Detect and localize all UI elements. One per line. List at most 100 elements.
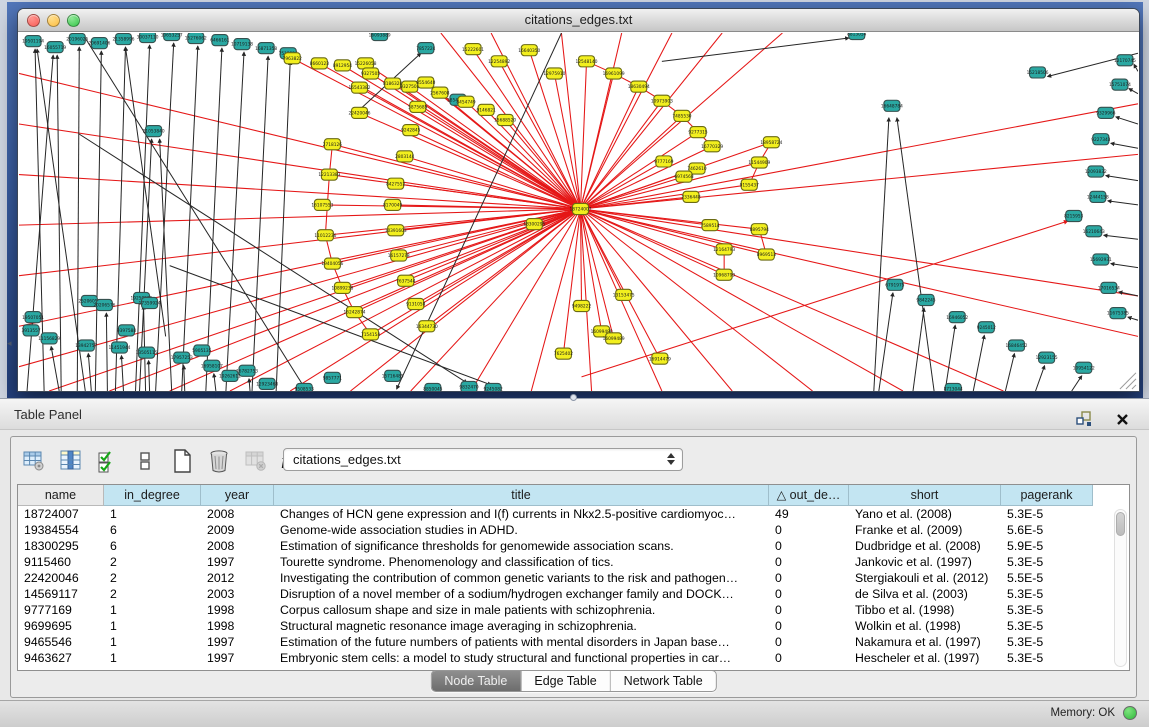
- network-graph[interactable]: 1950119416055719201960252069140621358996…: [19, 33, 1138, 391]
- table-selector-combobox[interactable]: citations_edges.txt: [283, 448, 683, 471]
- graph-node[interactable]: 15222601: [462, 44, 484, 55]
- window-titlebar[interactable]: citations_edges.txt: [18, 9, 1139, 32]
- table-cell[interactable]: 22420046: [18, 570, 104, 586]
- graph-node[interactable]: 12548140: [576, 56, 598, 67]
- table-cell[interactable]: Estimation of the future numbers of pati…: [274, 634, 769, 650]
- graph-node[interactable]: 16093889: [369, 33, 391, 41]
- table-cell[interactable]: 14569117: [18, 586, 104, 602]
- graph-node[interactable]: 20206576: [93, 299, 115, 310]
- graph-node[interactable]: 7857224: [416, 43, 435, 54]
- table-cell[interactable]: 2: [104, 570, 201, 586]
- graph-node[interactable]: 9146821: [476, 104, 495, 115]
- graph-node[interactable]: 15276062: [185, 33, 207, 44]
- graph-node[interactable]: 8660123: [310, 58, 329, 69]
- table-cell[interactable]: 5.9E-5: [1001, 538, 1093, 554]
- graph-node[interactable]: 9397588: [117, 325, 136, 336]
- graph-node[interactable]: 6974568: [674, 171, 693, 182]
- new-document-icon[interactable]: [169, 448, 195, 474]
- graph-node[interactable]: 15688520: [494, 114, 516, 125]
- tab-edge-table[interactable]: Edge Table: [520, 671, 609, 691]
- graph-node[interactable]: 6791975: [885, 279, 904, 290]
- graph-node[interactable]: 17957253: [171, 352, 193, 363]
- table-cell[interactable]: 49: [769, 506, 849, 522]
- table-cell[interactable]: 2008: [201, 538, 274, 554]
- graph-node[interactable]: 16958107: [201, 360, 223, 371]
- graph-node[interactable]: 12975910: [543, 68, 565, 79]
- table-cell[interactable]: 1997: [201, 650, 274, 666]
- graph-node[interactable]: 18724007: [570, 203, 592, 214]
- table-cell[interactable]: 2012: [201, 570, 274, 586]
- graph-node[interactable]: 9498222: [572, 300, 591, 311]
- table-cell[interactable]: Disruption of a novel member of a sodium…: [274, 586, 769, 602]
- graph-node[interactable]: 8713044: [944, 383, 963, 391]
- table-cell[interactable]: Estimation of significance thresholds fo…: [274, 538, 769, 554]
- select-rows-icon[interactable]: [95, 448, 121, 474]
- table-row[interactable]: 1830029562008Estimation of significance …: [18, 538, 1129, 554]
- graph-node[interactable]: 16640350: [518, 45, 540, 56]
- table-cell[interactable]: 5.3E-5: [1001, 506, 1093, 522]
- graph-node[interactable]: 12923468: [256, 378, 278, 389]
- graph-node[interactable]: 16099489: [603, 333, 625, 344]
- graph-node[interactable]: 16107553: [311, 199, 333, 210]
- table-cell[interactable]: 9463627: [18, 650, 104, 666]
- graph-node[interactable]: 17359924: [139, 297, 161, 308]
- graph-node[interactable]: 7589514: [700, 220, 719, 231]
- graph-node[interactable]: 18630494: [628, 81, 650, 92]
- graph-node[interactable]: 16344730: [416, 321, 438, 332]
- table-row[interactable]: 977716911998Corpus callosum shape and si…: [18, 602, 1129, 618]
- table-scrollbar[interactable]: [1114, 509, 1127, 667]
- graph-node[interactable]: 12923155: [1036, 352, 1058, 363]
- table-cell[interactable]: de Silva et al. (2003): [849, 586, 1001, 602]
- table-cell[interactable]: 0: [769, 554, 849, 570]
- network-canvas[interactable]: 1950119416055719201960252069140621358996…: [19, 33, 1138, 391]
- table-cell[interactable]: 2003: [201, 586, 274, 602]
- table-cell[interactable]: 5.5E-5: [1001, 570, 1093, 586]
- graph-node[interactable]: 9277315: [688, 127, 707, 138]
- table-cell[interactable]: 0: [769, 570, 849, 586]
- graph-node[interactable]: 9327505: [361, 68, 380, 79]
- graph-node[interactable]: 9245082: [484, 383, 503, 391]
- table-cell[interactable]: 2008: [201, 506, 274, 522]
- graph-node[interactable]: 16871358: [255, 43, 277, 54]
- graph-node[interactable]: 8895794: [750, 224, 769, 235]
- graph-node[interactable]: 13153475: [613, 289, 635, 300]
- table-cell[interactable]: Tourette syndrome. Phenomenology and cla…: [274, 554, 769, 570]
- graph-node[interactable]: 20196025: [66, 34, 88, 45]
- graph-node[interactable]: 12164793: [713, 244, 735, 255]
- graph-node[interactable]: 5905135: [192, 345, 211, 356]
- graph-node[interactable]: 9245012: [977, 322, 996, 333]
- graph-node[interactable]: 19262611: [219, 370, 241, 381]
- minimize-window-button[interactable]: [47, 14, 60, 27]
- table-row[interactable]: 946362711997Embryonic stem cells: a mode…: [18, 650, 1129, 666]
- column-header-title[interactable]: title: [274, 485, 769, 506]
- graph-node[interactable]: 19507051: [22, 312, 44, 323]
- graph-node[interactable]: 7154154: [361, 329, 380, 340]
- graph-node[interactable]: 9131058: [406, 298, 425, 309]
- graph-node[interactable]: 15226058: [355, 58, 377, 69]
- table-cell[interactable]: 1: [104, 650, 201, 666]
- graph-node[interactable]: 10973903: [651, 95, 673, 106]
- table-cell[interactable]: Dudbridge et al. (2008): [849, 538, 1001, 554]
- graph-node[interactable]: 16210643: [1083, 226, 1105, 237]
- graph-node[interactable]: 7625402: [554, 348, 573, 359]
- graph-node[interactable]: 10899238: [331, 282, 353, 293]
- graph-node[interactable]: 7637544: [396, 275, 415, 286]
- graph-node[interactable]: 12254892: [488, 56, 510, 67]
- graph-node[interactable]: 2718126: [323, 139, 342, 150]
- graph-node[interactable]: 12444158: [1087, 191, 1109, 202]
- table-cell[interactable]: 0: [769, 522, 849, 538]
- close-panel-icon[interactable]: [1109, 406, 1135, 432]
- graph-node[interactable]: 9242845: [401, 125, 420, 136]
- graph-node[interactable]: 9832470: [459, 381, 478, 391]
- graph-node[interactable]: 2336448: [681, 191, 700, 202]
- table-row[interactable]: 1456911722003Disruption of a novel membe…: [18, 586, 1129, 602]
- graph-node[interactable]: 8813054: [847, 33, 866, 40]
- graph-node[interactable]: 9857771: [323, 372, 342, 383]
- graph-node[interactable]: 7485530: [672, 110, 691, 121]
- table-cell[interactable]: 1998: [201, 618, 274, 634]
- table-cell[interactable]: 5.3E-5: [1001, 602, 1093, 618]
- graph-node[interactable]: 8850045: [423, 383, 442, 391]
- graph-node[interactable]: 16157278: [388, 250, 410, 261]
- graph-node[interactable]: 16846452: [1005, 340, 1027, 351]
- table-cell[interactable]: 0: [769, 586, 849, 602]
